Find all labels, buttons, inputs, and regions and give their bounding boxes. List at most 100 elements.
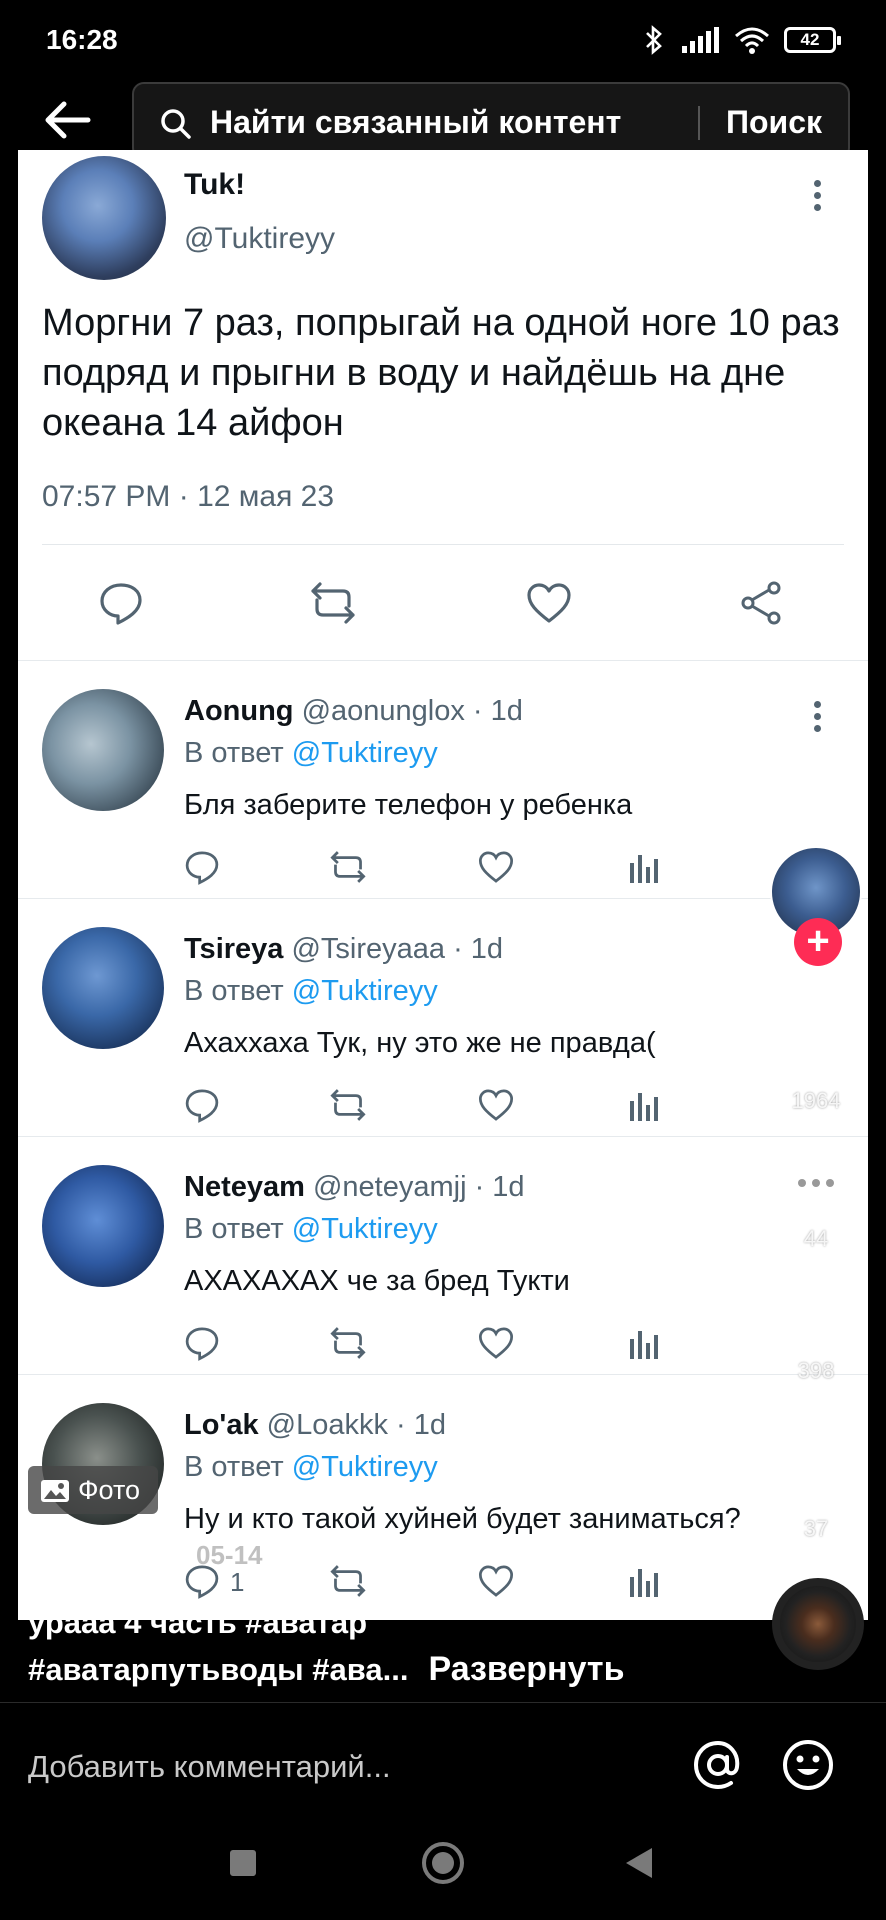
back-arrow-icon[interactable]	[40, 92, 96, 148]
battery-icon: 42	[784, 27, 841, 53]
divider	[42, 544, 844, 545]
comment-bar: Добавить комментарий...	[0, 1702, 886, 1826]
bookmark-icon[interactable]	[780, 1290, 852, 1360]
reply-count: 1	[230, 1567, 245, 1597]
reply-text: Ну и кто такой хуйней будет заниматься?	[184, 1503, 741, 1535]
tweet-text: Моргни 7 раз, попрыгай на одной ноге 10 …	[42, 302, 840, 444]
mention: @Tuktireyy	[291, 737, 438, 769]
more-options-icon	[814, 701, 822, 737]
analytics-icon	[630, 1331, 658, 1359]
mention: @Tuktireyy	[291, 1213, 438, 1245]
analytics-icon	[630, 855, 658, 883]
home-button[interactable]	[422, 1842, 464, 1884]
reply-header: Lo'ak @Loakkk · 1d	[184, 1409, 446, 1442]
photo-label: Фото	[78, 1475, 141, 1505]
reply-header: Tsireya @Tsireyaaa · 1d	[184, 933, 503, 966]
reply-actions	[184, 1087, 824, 1127]
photo-badge: Фото	[28, 1466, 158, 1514]
reply-actions: 1	[184, 1563, 824, 1603]
emoji-icon[interactable]	[780, 1737, 836, 1793]
reply-icon	[185, 1327, 219, 1361]
reply-text: АХАХАХАХ че за бред Тукти	[184, 1265, 570, 1297]
avatar	[42, 927, 164, 1049]
top-search-bar: Найти связанный контент Поиск	[0, 78, 886, 160]
more-options-icon	[814, 180, 822, 216]
share-icon	[741, 581, 781, 625]
like-icon	[478, 1327, 514, 1359]
reply-icon	[185, 851, 219, 885]
reply-author: Lo'ak	[184, 1409, 259, 1441]
comment-input[interactable]: Добавить комментарий...	[28, 1749, 391, 1785]
reply-handle: @neteyamjj · 1d	[312, 1171, 525, 1203]
retweet-icon	[330, 1327, 366, 1359]
retweet-icon	[330, 851, 366, 883]
tweet-image[interactable]: Tuk! @Tuktireyy Моргни 7 раз, попрыгай н…	[18, 150, 868, 1620]
like-icon	[478, 1089, 514, 1121]
share-count: 37	[803, 1516, 829, 1541]
like-icon[interactable]	[780, 1012, 852, 1082]
reply-prefix: В ответ	[184, 1213, 284, 1245]
expand-button[interactable]: Развернуть	[428, 1646, 624, 1692]
list-item: Aonung @aonunglox · 1d В ответ @Tuktirey…	[18, 660, 868, 898]
tweet-date: 07:57 PM · 12 мая 23	[42, 480, 335, 513]
save-count: 398	[797, 1358, 835, 1383]
caption-row: #аватарпутьводы #ава... Развернуть	[28, 1646, 848, 1693]
reply-handle: @Tsireyaaa · 1d	[291, 933, 504, 965]
reply-author: Aonung	[184, 695, 294, 727]
search-icon	[161, 109, 191, 139]
list-item: Neteyam @neteyamjj · 1d В ответ @Tuktire…	[18, 1136, 868, 1374]
reply-handle: @Loakkk · 1d	[266, 1409, 447, 1441]
retweet-icon	[330, 1565, 366, 1597]
side-actions: + 1964 44 398 37	[770, 846, 870, 1666]
mention-icon[interactable]	[690, 1737, 746, 1793]
reply-to: В ответ @Tuktireyy	[184, 1451, 438, 1484]
reply-prefix: В ответ	[184, 737, 284, 769]
reply-to: В ответ @Tuktireyy	[184, 1213, 438, 1246]
reply-header: Neteyam @neteyamjj · 1d	[184, 1171, 525, 1204]
share-arrow-icon[interactable]	[780, 1418, 852, 1488]
comment-count: 44	[803, 1226, 829, 1251]
main-tweet: Tuk! @Tuktireyy Моргни 7 раз, попрыгай н…	[18, 150, 868, 660]
avatar	[42, 1165, 164, 1287]
photo-icon	[41, 1480, 69, 1502]
recents-button[interactable]	[230, 1850, 256, 1876]
reply-icon	[185, 1089, 219, 1123]
follow-button[interactable]: +	[794, 918, 842, 966]
reply-author: Tsireya	[184, 933, 284, 965]
avatar	[42, 156, 166, 280]
bluetooth-icon	[646, 25, 662, 55]
back-button[interactable]	[626, 1848, 652, 1878]
reply-text: Бля заберите телефон у ребенка	[184, 789, 633, 821]
reply-header: Aonung @aonunglox · 1d	[184, 695, 523, 728]
signal-icon	[682, 27, 719, 53]
analytics-icon	[630, 1569, 658, 1597]
status-bar: 16:28 42	[0, 0, 886, 78]
author-handle: @Tuktireyy	[184, 222, 336, 255]
caption-line: урааа 4 часть #аватар	[28, 1605, 368, 1640]
search-input[interactable]: Найти связанный контент Поиск	[132, 82, 850, 160]
reply-prefix: В ответ	[184, 975, 284, 1007]
video-caption: урааа 4 часть #аватар #аватарпутьводы #а…	[28, 1600, 848, 1693]
avatar	[42, 689, 164, 811]
search-placeholder: Найти связанный контент	[210, 104, 622, 140]
reply-text: Ахаххаха Тук, ну это же не правда(	[184, 1027, 656, 1059]
reply-author: Neteyam	[184, 1171, 305, 1203]
like-icon	[527, 583, 571, 623]
music-disc-icon[interactable]	[772, 1578, 864, 1670]
reply-to: В ответ @Tuktireyy	[184, 737, 438, 770]
mention: @Tuktireyy	[291, 1451, 438, 1483]
list-item: Tsireya @Tsireyaaa · 1d В ответ @Tuktire…	[18, 898, 868, 1136]
comment-icon[interactable]	[780, 1152, 852, 1222]
mention: @Tuktireyy	[291, 975, 438, 1007]
reply-icon	[100, 583, 142, 625]
like-count: 1964	[791, 1088, 841, 1113]
analytics-icon	[630, 1093, 658, 1121]
author-name: Tuk!	[184, 168, 246, 201]
like-icon	[478, 851, 514, 883]
reply-actions	[184, 849, 824, 889]
search-button[interactable]: Поиск	[726, 104, 822, 141]
reply-to: В ответ @Tuktireyy	[184, 975, 438, 1008]
reply-prefix: В ответ	[184, 1451, 284, 1483]
reply-handle: @aonunglox · 1d	[301, 695, 523, 727]
status-icons: 42	[642, 22, 841, 58]
